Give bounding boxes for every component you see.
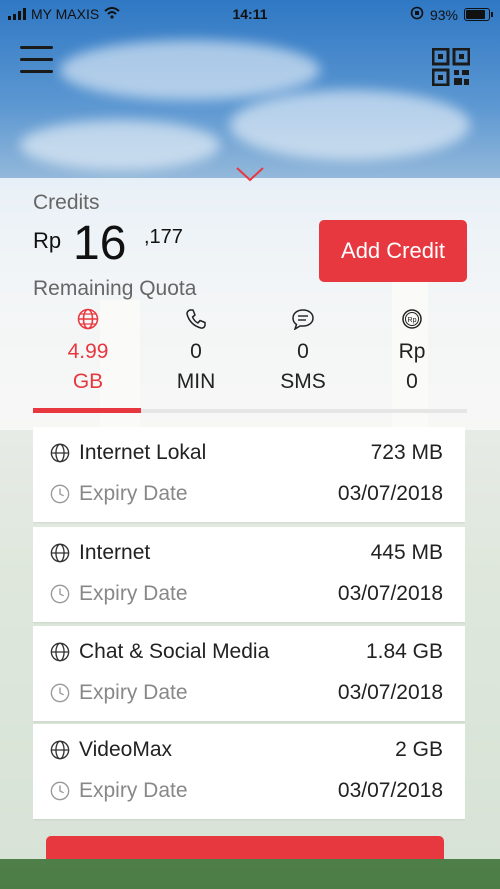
package-name: Internet bbox=[79, 541, 151, 564]
expiry-date: 03/07/2018 bbox=[337, 482, 443, 505]
clock-icon bbox=[50, 683, 70, 703]
package-amount: 723 MB bbox=[370, 441, 443, 464]
qr-code-button[interactable] bbox=[431, 47, 471, 87]
expiry-date: 03/07/2018 bbox=[337, 681, 443, 704]
package-card[interactable]: Chat & Social Media 1.84 GB Expiry Date … bbox=[33, 626, 465, 721]
balance-quota-unit: 0 bbox=[406, 370, 418, 393]
balance-quota-value: Rp bbox=[398, 340, 426, 363]
tab-balance[interactable]: Rp Rp 0 bbox=[357, 305, 467, 397]
currency-label: Rp bbox=[33, 228, 62, 253]
package-name: Chat & Social Media bbox=[79, 640, 270, 663]
package-list[interactable]: Internet Lokal 723 MB Expiry Date 03/07/… bbox=[33, 427, 465, 859]
collapse-chevron-icon[interactable] bbox=[235, 166, 265, 182]
orientation-lock-icon bbox=[410, 6, 424, 23]
credits-label: Credits bbox=[33, 191, 100, 214]
tab-sms[interactable]: 0 SMS bbox=[248, 305, 358, 397]
sms-quota-value: 0 bbox=[297, 340, 309, 363]
voice-quota-unit: MIN bbox=[176, 370, 216, 393]
menu-button[interactable] bbox=[20, 45, 54, 75]
buy-package-button[interactable] bbox=[46, 836, 444, 859]
battery-percent: 93% bbox=[429, 6, 458, 23]
expiry-label: Expiry Date bbox=[79, 582, 188, 605]
expiry-date: 03/07/2018 bbox=[337, 582, 443, 605]
active-tab-indicator bbox=[33, 408, 141, 413]
quota-tabs: 4.99 GB 0 MIN 0 SMS Rp Rp 0 bbox=[33, 305, 467, 413]
tab-data[interactable]: 4.99 GB bbox=[33, 305, 143, 397]
chat-icon bbox=[292, 309, 314, 330]
rupiah-coin-icon: Rp bbox=[402, 309, 422, 329]
package-name: Internet Lokal bbox=[79, 441, 207, 464]
qr-code-icon bbox=[431, 47, 471, 87]
clock-icon bbox=[50, 781, 70, 801]
package-card[interactable]: Internet 445 MB Expiry Date 03/07/2018 bbox=[33, 527, 465, 622]
globe-icon bbox=[77, 308, 99, 330]
expiry-label: Expiry Date bbox=[79, 779, 188, 802]
globe-icon bbox=[50, 740, 70, 760]
add-credit-button[interactable]: Add Credit bbox=[319, 220, 467, 282]
data-quota-unit: GB bbox=[72, 370, 104, 393]
package-amount: 2 GB bbox=[395, 738, 443, 761]
package-amount: 1.84 GB bbox=[365, 640, 443, 663]
remaining-quota-label: Remaining Quota bbox=[33, 277, 197, 300]
globe-icon bbox=[50, 443, 70, 463]
data-quota-value: 4.99 bbox=[67, 340, 109, 363]
package-card[interactable]: Internet Lokal 723 MB Expiry Date 03/07/… bbox=[33, 427, 465, 522]
expiry-date: 03/07/2018 bbox=[337, 779, 443, 802]
clock-icon bbox=[50, 484, 70, 504]
package-name: VideoMax bbox=[79, 738, 173, 761]
expiry-label: Expiry Date bbox=[79, 482, 188, 505]
status-bar: MY MAXIS 14:11 93% bbox=[0, 0, 500, 28]
globe-icon bbox=[50, 642, 70, 662]
battery-icon bbox=[464, 8, 493, 21]
balance-main: 16 bbox=[73, 217, 127, 270]
balance-minor: ,177 bbox=[144, 226, 183, 248]
voice-quota-value: 0 bbox=[190, 340, 202, 363]
sms-quota-unit: SMS bbox=[280, 370, 326, 393]
phone-icon bbox=[186, 309, 206, 329]
svg-text:Rp: Rp bbox=[408, 317, 417, 324]
tab-voice[interactable]: 0 MIN bbox=[141, 305, 251, 397]
expiry-label: Expiry Date bbox=[79, 681, 188, 704]
package-card[interactable]: VideoMax 2 GB Expiry Date 03/07/2018 bbox=[33, 724, 465, 819]
globe-icon bbox=[50, 543, 70, 563]
clock-icon bbox=[50, 584, 70, 604]
package-amount: 445 MB bbox=[370, 541, 443, 564]
